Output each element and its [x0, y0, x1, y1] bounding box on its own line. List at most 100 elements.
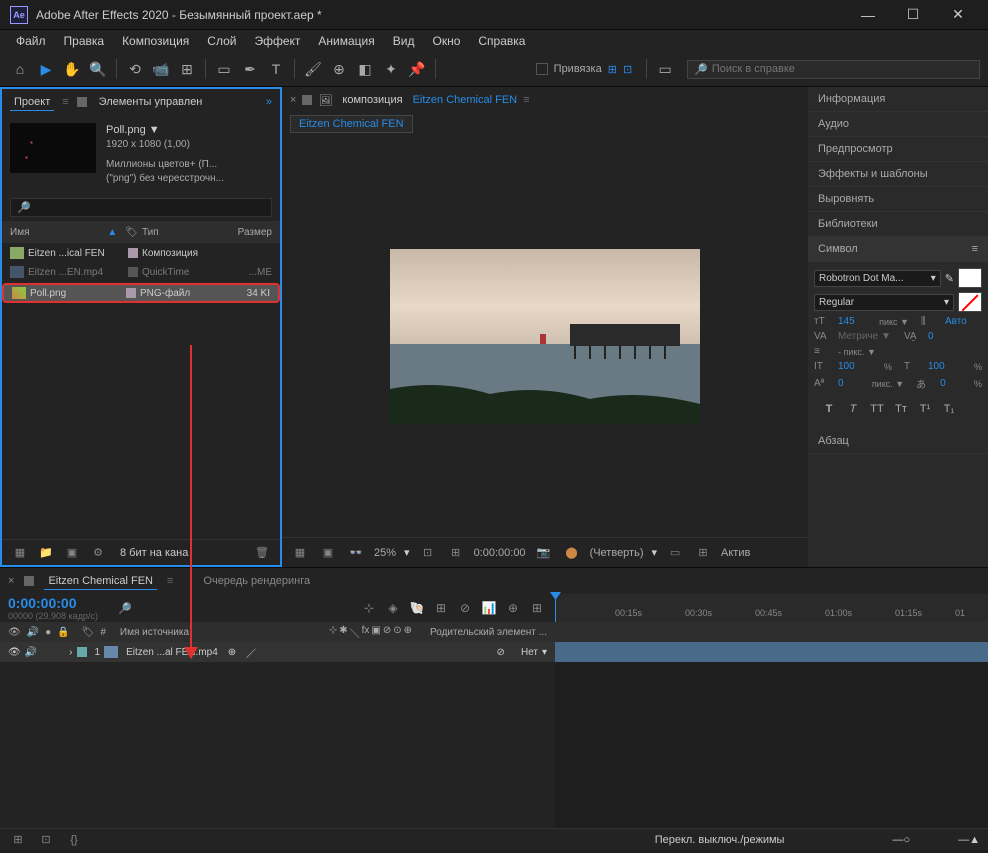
time-ruler[interactable]: 00:15s 00:30s 00:45s 01:00s 01:15s 01 — [555, 594, 988, 622]
vscale-value[interactable]: 100 — [838, 361, 880, 372]
viewer-timecode[interactable]: 0:00:00:00 — [474, 547, 526, 559]
menu-file[interactable]: Файл — [8, 32, 54, 50]
source-name-col[interactable]: Имя источника — [120, 627, 189, 638]
effects-panel[interactable]: Эффекты и шаблоны — [808, 162, 988, 187]
new-comp-icon[interactable]: ▣ — [62, 543, 82, 563]
puppet-tool[interactable]: 📌 — [405, 57, 429, 81]
stroke-color-swatch[interactable] — [958, 292, 982, 312]
brainstorm-icon[interactable]: ⊕ — [503, 599, 523, 617]
label-color[interactable] — [128, 248, 138, 258]
label-color[interactable] — [128, 267, 138, 277]
col-name[interactable]: Имя — [10, 227, 107, 238]
help-search-input[interactable] — [712, 63, 973, 75]
timeline-timecode[interactable]: 0:00:00:00 — [8, 595, 98, 611]
solo-col-icon[interactable]: ● — [45, 627, 51, 638]
tracking-value[interactable]: 0 — [928, 331, 982, 342]
view-icon[interactable]: ▭ — [665, 543, 685, 563]
menu-edit[interactable]: Правка — [56, 32, 113, 50]
draft-3d-icon[interactable]: ◈ — [383, 599, 403, 617]
project-settings-icon[interactable]: ⚙ — [88, 543, 108, 563]
project-tab[interactable]: Проект — [10, 94, 54, 111]
timeline-layer-1[interactable]: 👁 🔊 › 1 Eitzen ...al FEN.mp4 ⊕ ／ ⊘ Нет ▾ — [0, 642, 988, 662]
project-item-comp[interactable]: Eitzen ...ical FEN Композиция — [2, 243, 280, 263]
mask-icon[interactable]: 👓 — [346, 543, 366, 563]
rectangle-tool[interactable]: ▭ — [212, 57, 236, 81]
interpret-footage-icon[interactable]: ▦ — [10, 543, 30, 563]
project-search-input[interactable] — [31, 202, 265, 214]
playhead[interactable] — [555, 594, 556, 622]
3d-icon[interactable]: ⊞ — [693, 543, 713, 563]
label-color[interactable] — [126, 288, 136, 298]
pan-behind-tool[interactable]: ⊞ — [175, 57, 199, 81]
superscript-button[interactable]: T¹ — [914, 399, 936, 419]
composition-viewer[interactable] — [282, 135, 808, 537]
col-size[interactable]: Размер — [222, 227, 272, 238]
project-item-png[interactable]: Poll.png PNG-файл 34 KI — [2, 283, 280, 303]
text-tool[interactable]: T — [264, 57, 288, 81]
parent-dropdown[interactable]: Нет — [521, 647, 538, 658]
font-family-dropdown[interactable]: Robotron Dot Ma...▾ — [814, 270, 941, 287]
comp-mini-flowchart-icon[interactable]: ⊹ — [359, 599, 379, 617]
character-panel-header[interactable]: Символ≡ — [808, 237, 988, 262]
pen-tool[interactable]: ✒ — [238, 57, 262, 81]
parent-col[interactable]: Родительский элемент ... — [430, 627, 547, 638]
visibility-col-icon[interactable]: 👁 — [8, 627, 21, 638]
clone-tool[interactable]: ⊕ — [327, 57, 351, 81]
toggle-pane-icon[interactable]: {} — [64, 830, 84, 850]
timeline-comp-tab[interactable]: Eitzen Chemical FEN — [44, 573, 157, 590]
info-panel[interactable]: Информация — [808, 87, 988, 112]
zoom-tool[interactable]: 🔍 — [86, 57, 110, 81]
hscale-value[interactable]: 100 — [928, 361, 970, 372]
shy-icon[interactable]: 🐚 — [407, 599, 427, 617]
menu-view[interactable]: Вид — [385, 32, 423, 50]
frame-blend-icon[interactable]: ⊞ — [431, 599, 451, 617]
eraser-tool[interactable]: ◧ — [353, 57, 377, 81]
tsume-value[interactable]: 0 — [940, 378, 970, 389]
effect-controls-tab[interactable]: Элементы управлен — [95, 94, 207, 110]
eyedropper-icon[interactable]: ✎ — [945, 272, 954, 285]
minimize-button[interactable]: — — [853, 5, 883, 25]
toggle-modes-icon[interactable]: ⊡ — [36, 830, 56, 850]
layer-audio-icon[interactable]: 🔊 — [25, 647, 37, 658]
comp-subtab[interactable]: Eitzen Chemical FEN — [290, 115, 413, 133]
search-icon[interactable]: 🔎 — [118, 602, 132, 615]
motion-blur-icon[interactable]: ⊘ — [455, 599, 475, 617]
project-search[interactable]: 🔎 — [10, 198, 272, 217]
col-type[interactable]: Тип — [142, 227, 222, 238]
camera-tool[interactable]: 📹 — [149, 57, 173, 81]
home-tool[interactable]: ⌂ — [8, 57, 32, 81]
layer-visibility-icon[interactable]: 👁 — [8, 647, 21, 658]
close-button[interactable]: ✕ — [943, 5, 973, 25]
menu-layer[interactable]: Слой — [199, 32, 244, 50]
resolution-icon[interactable]: ⊡ — [418, 543, 438, 563]
orbit-tool[interactable]: ⟲ — [123, 57, 147, 81]
workspace-button[interactable]: ▭ — [653, 57, 677, 81]
zoom-level[interactable]: 25% — [374, 547, 396, 559]
baseline-value[interactable]: 0 — [838, 378, 868, 389]
smallcaps-button[interactable]: Tᴛ — [890, 399, 912, 419]
snap-checkbox[interactable] — [536, 63, 548, 75]
roi-icon[interactable]: ⊞ — [446, 543, 466, 563]
label-col-icon[interactable]: 🏷 — [82, 627, 95, 638]
grid-icon[interactable]: ▦ — [290, 543, 310, 563]
comp-name[interactable]: Eitzen Chemical FEN — [413, 94, 518, 106]
new-folder-icon[interactable]: 📁 — [36, 543, 56, 563]
lock-col-icon[interactable]: 🔒 — [57, 627, 69, 638]
switches-label[interactable]: Перекл. выключ./режимы — [655, 834, 785, 846]
help-search[interactable]: 🔎 — [687, 60, 980, 79]
font-style-dropdown[interactable]: Regular▾ — [814, 294, 954, 311]
trash-icon[interactable]: 🗑 — [252, 543, 272, 563]
toggle-alpha-icon[interactable]: ▣ — [318, 543, 338, 563]
active-camera[interactable]: Актив — [721, 547, 750, 559]
paragraph-panel[interactable]: Абзац — [808, 429, 988, 454]
graph-editor-icon[interactable]: 📊 — [479, 599, 499, 617]
channel-icon[interactable]: ⬤ — [562, 543, 582, 563]
leading-value[interactable]: Авто — [945, 316, 982, 327]
menu-animation[interactable]: Анимация — [310, 32, 382, 50]
fill-color-swatch[interactable] — [958, 268, 982, 288]
toggle-switches-icon[interactable]: ⊞ — [8, 830, 28, 850]
bpc-label[interactable]: 8 бит на кана — [120, 547, 188, 559]
snapshot-icon[interactable]: 📷 — [534, 543, 554, 563]
menu-effect[interactable]: Эффект — [246, 32, 308, 50]
maximize-button[interactable]: ☐ — [898, 5, 928, 25]
